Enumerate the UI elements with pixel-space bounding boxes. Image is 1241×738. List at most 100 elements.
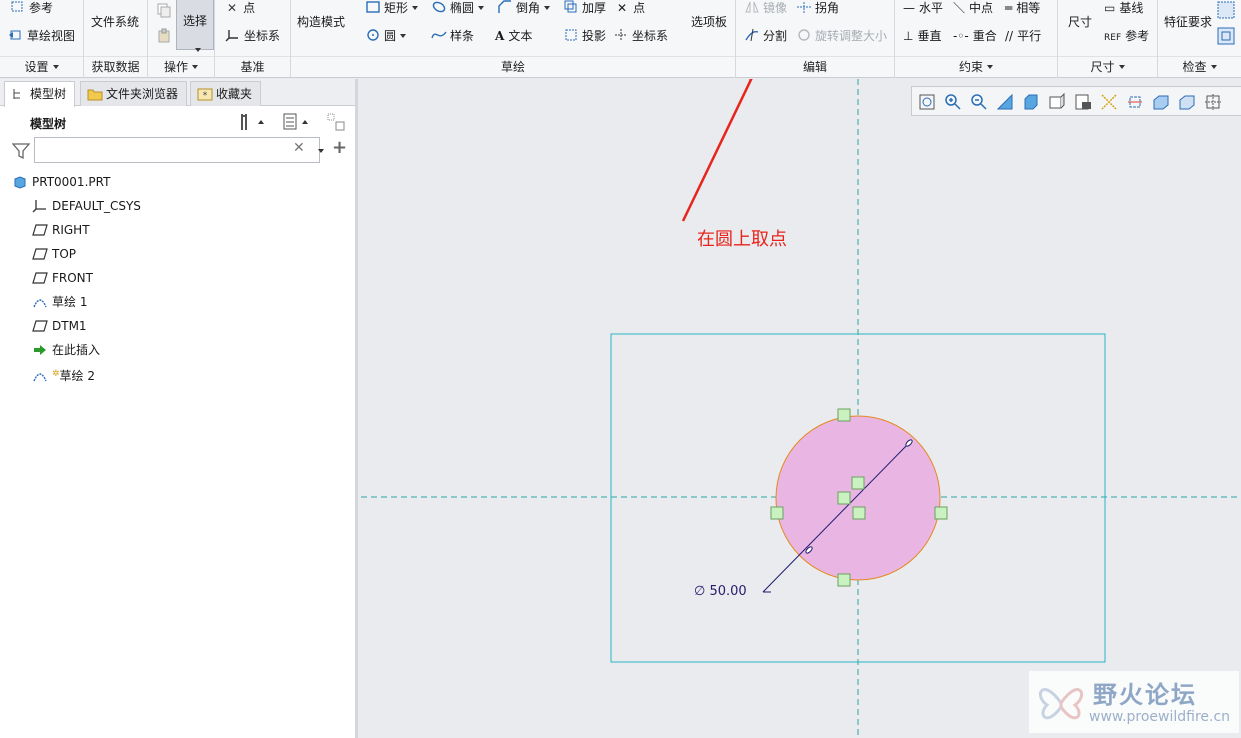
construct-mode-button[interactable]: 构造模式 xyxy=(297,12,345,32)
settings-tools-icon[interactable] xyxy=(238,112,268,132)
ellipse-button[interactable]: 椭圆 xyxy=(431,0,485,18)
tree-item-right[interactable]: RIGHT xyxy=(32,219,90,241)
tree-item-sketch-2[interactable]: ✲草绘 2 xyxy=(32,363,95,385)
clear-icon[interactable]: ✕ xyxy=(293,140,305,156)
sketch-view-button[interactable]: 草绘视图 xyxy=(8,26,75,46)
new-feature-star-icon: ✲ xyxy=(52,369,60,379)
group-operations-label[interactable]: 操作 xyxy=(148,56,214,76)
circle-button[interactable]: 圆 xyxy=(365,26,407,46)
svg-text:*: * xyxy=(203,91,208,101)
tree-item-dtm1[interactable]: DTM1 xyxy=(32,315,87,337)
file-system-button[interactable]: 文件系统 xyxy=(91,12,139,32)
palette-button[interactable]: 选项板 xyxy=(691,12,727,32)
tree-item-insert-here[interactable]: 在此插入 xyxy=(32,339,100,361)
baseline-button[interactable]: ▭ 基线 xyxy=(1104,0,1143,18)
constraint-horizontal-button[interactable]: — 水平 xyxy=(903,0,943,18)
paste-icon[interactable] xyxy=(156,28,172,44)
mirror-button[interactable]: 镜像 xyxy=(744,0,787,18)
tree-item-top[interactable]: TOP xyxy=(32,243,76,265)
tree-search-input[interactable] xyxy=(34,137,320,163)
highlight-open-ends-icon[interactable] xyxy=(1216,26,1236,46)
tab-folder-browser[interactable]: 文件夹浏览器 xyxy=(80,81,188,106)
datum-csys-button[interactable]: 坐标系 xyxy=(225,26,280,46)
sketch-point-button[interactable]: ✕ 点 xyxy=(617,0,645,18)
ellipse-icon xyxy=(432,1,446,13)
tree-title: 模型树 xyxy=(30,117,67,131)
group-sketch: 构造模式 矩形 椭圆 倒角 加厚 ✕ 点 圆 样条 A 文本 投影 坐标系 选项… xyxy=(291,0,736,78)
datum-point-button[interactable]: ✕ 点 xyxy=(227,0,255,18)
divide-button[interactable]: 分割 xyxy=(744,26,787,46)
sketch-csys-button[interactable]: 坐标系 xyxy=(613,26,668,46)
tree-item-sketch-1[interactable]: 草绘 1 xyxy=(32,291,87,313)
group-constrain-label[interactable]: 约束 xyxy=(895,56,1057,76)
sketch-circle[interactable] xyxy=(775,415,941,581)
select-button[interactable]: 选择 xyxy=(176,0,214,52)
copy-icon[interactable] xyxy=(156,2,172,18)
constraint-marker[interactable] xyxy=(852,506,866,520)
insert-arrow-icon xyxy=(34,345,46,355)
annotation-arrow-line xyxy=(681,79,753,222)
feature-requirements-button[interactable]: 特征要求 xyxy=(1164,12,1212,32)
rectangle-icon xyxy=(366,1,380,13)
reference-button[interactable]: 参考 xyxy=(10,0,53,18)
equal-icon: ═ xyxy=(1005,1,1013,15)
constraint-marker[interactable] xyxy=(837,573,851,587)
constraint-midpoint-button[interactable]: ＼ 中点 xyxy=(953,0,993,18)
horizontal-icon: — xyxy=(903,1,915,15)
group-dimension-label[interactable]: 尺寸 xyxy=(1058,56,1157,76)
corner-button[interactable]: 拐角 xyxy=(796,0,839,18)
datum-plane-icon xyxy=(32,320,48,332)
thicken-icon xyxy=(564,0,577,13)
dim-reference-button[interactable]: REF 参考 xyxy=(1104,26,1149,46)
show-list-icon[interactable] xyxy=(282,112,312,132)
rotate-resize-button[interactable]: 旋转调整大小 xyxy=(796,26,887,46)
group-get-data: 文件系统 获取数据 xyxy=(84,0,148,78)
panel-tabs: 模型树 文件夹浏览器 * 收藏夹 xyxy=(0,79,355,107)
filter-funnel-icon[interactable] xyxy=(12,142,30,160)
rotate-icon xyxy=(798,29,810,41)
thicken-button[interactable]: 加厚 xyxy=(563,0,606,18)
point-x-icon: ✕ xyxy=(227,1,238,15)
constraint-marker[interactable] xyxy=(934,506,948,520)
chamfer-button[interactable]: 倒角 xyxy=(497,0,551,18)
folder-icon xyxy=(87,89,103,101)
reference-icon xyxy=(11,1,23,12)
spline-button[interactable]: 样条 xyxy=(431,26,474,46)
center-point-marker[interactable] xyxy=(851,476,865,490)
constraint-marker[interactable] xyxy=(837,408,851,422)
midpoint-icon: ＼ xyxy=(953,1,966,15)
rectangle-button[interactable]: 矩形 xyxy=(365,0,419,18)
tab-favorites[interactable]: * 收藏夹 xyxy=(190,81,262,106)
constraint-coincident-button[interactable]: -◦- 重合 xyxy=(953,26,997,46)
text-button[interactable]: A 文本 xyxy=(495,26,532,46)
dimension-button[interactable]: 尺寸 xyxy=(1068,12,1092,32)
constraint-marker[interactable] xyxy=(837,491,851,505)
csys-icon xyxy=(615,29,627,41)
constraint-marker[interactable] xyxy=(770,506,784,520)
tree-item-default-csys[interactable]: DEFAULT_CSYS xyxy=(32,195,141,217)
mirror-icon xyxy=(745,1,759,13)
watermark-url: www.proewildfire.cn xyxy=(1089,709,1231,725)
group-settings-label[interactable]: 设置 xyxy=(0,56,83,76)
graphics-canvas[interactable]: 在圆上取点 ∅ 50.00 野火论坛 www.proewildfire.cn xyxy=(361,79,1241,738)
tab-model-tree[interactable]: 模型树 xyxy=(4,81,76,107)
parallel-icon: // xyxy=(1005,29,1014,43)
group-inspect-label[interactable]: 检查 xyxy=(1158,56,1241,76)
tree-filter-icon[interactable] xyxy=(326,112,348,132)
overlap-check-icon[interactable] xyxy=(1216,0,1236,20)
constraint-equal-button[interactable]: ═ 相等 xyxy=(1005,0,1040,18)
constraint-parallel-button[interactable]: //平行 xyxy=(1005,26,1041,46)
project-button[interactable]: 投影 xyxy=(563,26,606,46)
tree-item-part[interactable]: PRT0001.PRT xyxy=(12,171,110,193)
sketch-view-icon xyxy=(9,30,21,40)
datum-plane-icon xyxy=(32,224,48,236)
constraint-vertical-button[interactable]: ⊥ 垂直 xyxy=(903,26,941,46)
tree-item-front[interactable]: FRONT xyxy=(32,267,93,289)
group-settings: 参考 草绘视图 设置 xyxy=(0,0,84,78)
chevron-down-icon[interactable] xyxy=(318,149,324,153)
butterfly-logo-icon xyxy=(1038,688,1084,720)
add-icon[interactable]: + xyxy=(332,137,347,158)
coincident-icon: -◦- xyxy=(953,29,969,43)
diameter-dimension[interactable]: ∅ 50.00 xyxy=(694,584,747,599)
group-edit: 镜像 拐角 分割 旋转调整大小 编辑 xyxy=(736,0,895,78)
